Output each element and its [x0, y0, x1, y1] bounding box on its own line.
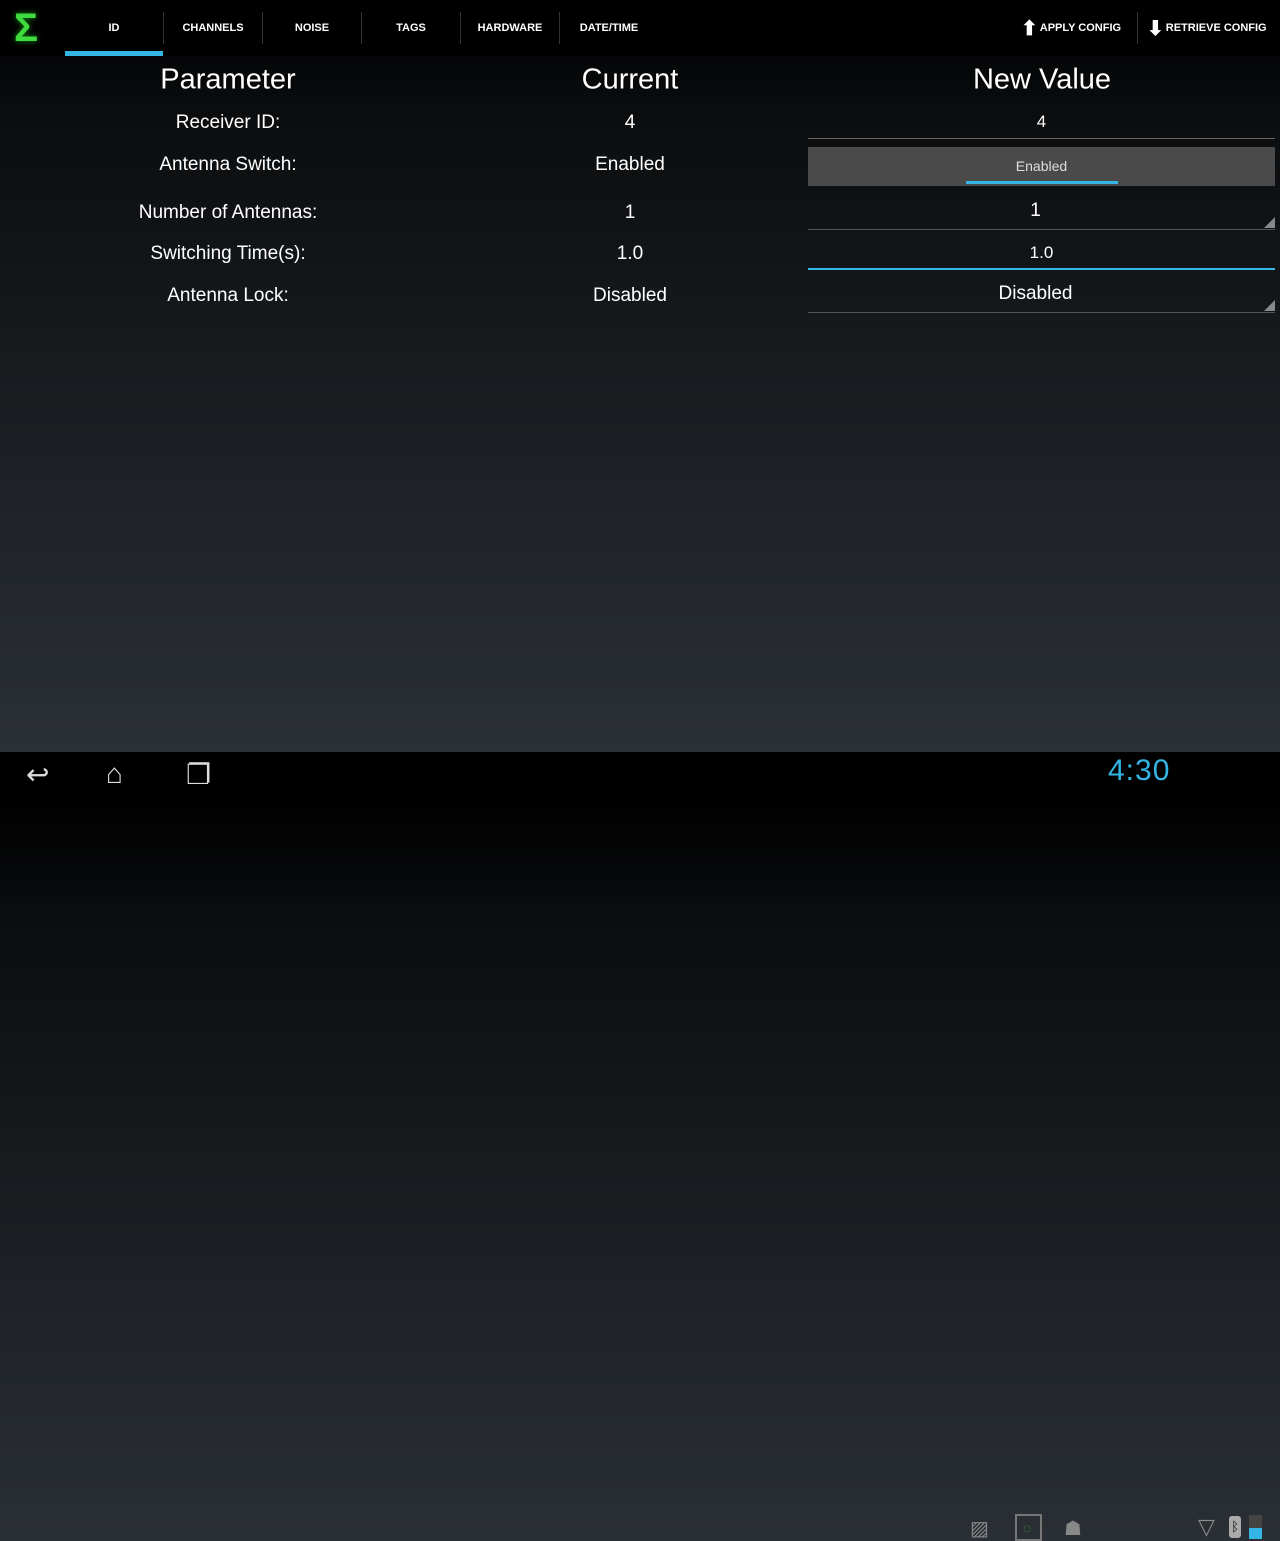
- recent-apps-icon[interactable]: ❐: [186, 758, 211, 791]
- header-parameter: Parameter: [160, 63, 296, 96]
- current-receiver-id: 4: [624, 112, 636, 133]
- back-icon[interactable]: ↩: [26, 758, 49, 791]
- current-antenna-lock: Disabled: [593, 285, 667, 306]
- current-number-of-antennas: 1: [624, 202, 636, 223]
- param-antenna-lock: Antenna Lock:: [167, 285, 289, 306]
- tab-label: NOISE: [294, 22, 330, 34]
- tab-label: HARDWARE: [477, 22, 543, 34]
- bluetooth-icon: ᛒ: [1229, 1516, 1241, 1538]
- app-notification-icon[interactable]: ◌: [1015, 1514, 1042, 1541]
- param-switching-time: Switching Time(s):: [150, 243, 306, 264]
- android-debug-icon[interactable]: ☗: [1064, 1516, 1082, 1541]
- action-bar: Σ ID CHANNELS NOISE TAGS HARDWARE DATE/T…: [0, 0, 1280, 56]
- tab-date-time[interactable]: DATE/TIME: [560, 0, 658, 56]
- antenna-switch-toggle[interactable]: Enabled: [808, 147, 1275, 186]
- apply-config-button[interactable]: ⬆ APPLY CONFIG: [1021, 0, 1121, 56]
- input-value: 4: [1036, 112, 1047, 131]
- home-icon[interactable]: ⌂: [106, 758, 123, 790]
- number-of-antennas-spinner[interactable]: 1: [808, 200, 1275, 230]
- tab-hardware[interactable]: HARDWARE: [461, 0, 559, 56]
- spinner-value: 1: [1030, 200, 1041, 221]
- antenna-lock-spinner[interactable]: Disabled: [808, 283, 1275, 313]
- header-current: Current: [581, 63, 679, 96]
- retrieve-config-button[interactable]: ⬇ RETRIEVE CONFIG: [1147, 0, 1267, 56]
- system-navigation-bar: ↩ ⌂ ❐ ▨ ◌ ☗ ▽ ᛒ: [0, 752, 1280, 1541]
- receiver-id-input[interactable]: 4: [808, 112, 1275, 139]
- tab-label: CHANNELS: [182, 22, 244, 34]
- current-switching-time: 1.0: [616, 243, 644, 264]
- param-number-of-antennas: Number of Antennas:: [138, 202, 318, 223]
- switching-time-input[interactable]: 1.0: [808, 243, 1275, 270]
- retrieve-config-label: RETRIEVE CONFIG: [1165, 22, 1267, 34]
- divider: [1137, 12, 1138, 44]
- arrow-up-icon: ⬆: [1021, 17, 1038, 40]
- gallery-notification-icon[interactable]: ▨: [970, 1516, 989, 1541]
- param-antenna-switch: Antenna Switch:: [159, 154, 297, 175]
- tab-tags[interactable]: TAGS: [362, 0, 460, 56]
- tab-label: DATE/TIME: [579, 22, 639, 34]
- toggle-indicator: [966, 181, 1118, 184]
- dropdown-triangle-icon: [1264, 300, 1275, 311]
- tab-channels[interactable]: CHANNELS: [164, 0, 262, 56]
- param-receiver-id: Receiver ID:: [175, 112, 281, 133]
- arrow-down-icon: ⬇: [1147, 17, 1164, 40]
- wifi-icon: ▽: [1198, 1514, 1215, 1539]
- tab-label: ID: [108, 22, 120, 34]
- toggle-label: Enabled: [1015, 158, 1068, 174]
- spinner-value: Disabled: [998, 283, 1073, 304]
- status-clock[interactable]: 4:30: [1108, 754, 1170, 788]
- tab-noise[interactable]: NOISE: [263, 0, 361, 56]
- header-new-value: New Value: [972, 63, 1112, 96]
- apply-config-label: APPLY CONFIG: [1039, 22, 1122, 34]
- tab-label: TAGS: [396, 22, 426, 34]
- input-value: 1.0: [1029, 243, 1054, 262]
- battery-icon: [1249, 1515, 1262, 1539]
- dropdown-triangle-icon: [1264, 217, 1275, 228]
- current-antenna-switch: Enabled: [595, 154, 665, 175]
- sigma-logo-icon[interactable]: Σ: [14, 6, 56, 50]
- tab-id[interactable]: ID: [65, 0, 163, 56]
